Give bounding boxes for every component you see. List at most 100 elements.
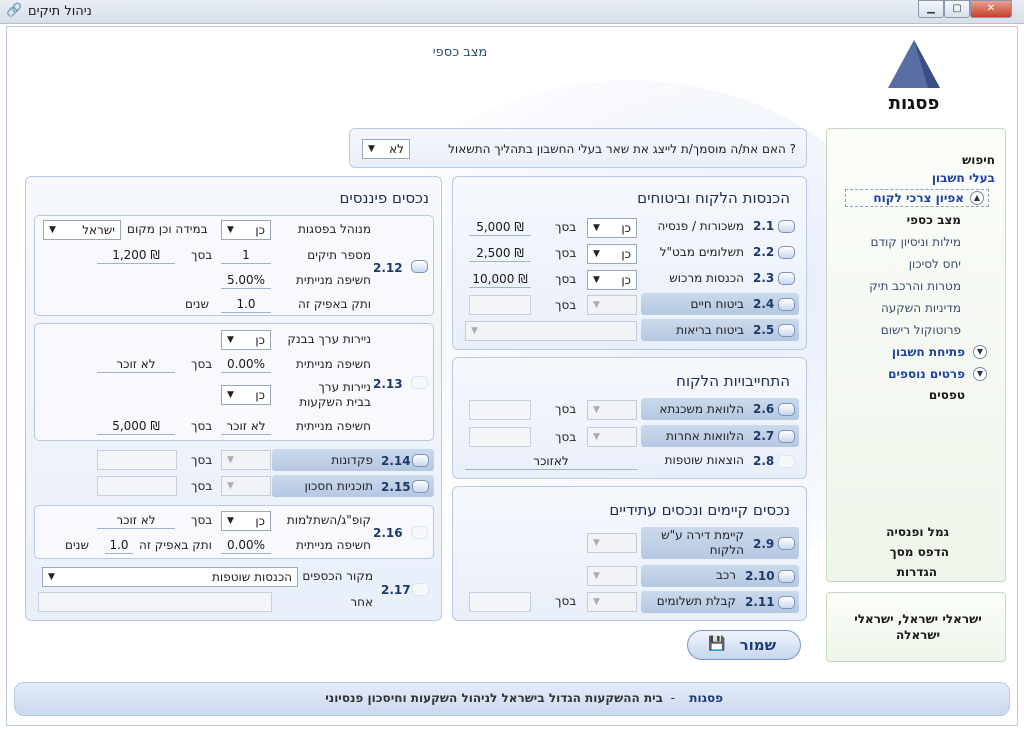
bank-securities-dropdown[interactable]: כן ▼: [221, 330, 271, 350]
location-label: במידה וכן מקום: [127, 222, 208, 236]
yes-no-dropdown-disabled[interactable]: ▼: [587, 400, 637, 420]
sidebar-print[interactable]: הדפס מסך: [890, 545, 949, 559]
yes-no-dropdown-disabled[interactable]: ▼: [587, 295, 637, 315]
yes-no-dropdown-disabled[interactable]: ▼: [587, 592, 637, 612]
row-2.17-toggle[interactable]: [412, 583, 429, 596]
sidebar-more-details[interactable]: פרטים נוספים: [888, 367, 965, 381]
sidebar-account-holders[interactable]: בעלי חשבון: [932, 171, 995, 185]
broker-securities-dropdown[interactable]: כן ▼: [221, 385, 271, 405]
sidebar-needs-section[interactable]: אפיון צרכי לקוח ▲: [845, 189, 989, 207]
yes-no-dropdown-disabled[interactable]: ▼: [587, 566, 637, 586]
sidebar-item-experience[interactable]: מילות וניסיון קודם: [870, 235, 961, 249]
chevron-down-icon[interactable]: ▼: [973, 345, 987, 359]
chevron-down-icon[interactable]: ▼: [973, 367, 987, 381]
portfolios-input[interactable]: 1: [221, 246, 271, 264]
location-dropdown[interactable]: ישראל ▼: [43, 220, 121, 240]
row-2.13-toggle[interactable]: [411, 376, 428, 389]
yes-no-dropdown[interactable]: כן ▼: [587, 244, 637, 264]
sidebar-settings[interactable]: הגדרות: [897, 565, 937, 579]
sidebar-item-goals[interactable]: מטרות והרכב תיק: [869, 279, 961, 293]
bank-securities-label: ניירות ערך בבנק: [287, 332, 371, 346]
exposure-input[interactable]: לא זוכר: [221, 417, 271, 435]
row-2.3-toggle[interactable]: [778, 272, 795, 285]
sum-input[interactable]: 5,000 ₪: [97, 417, 175, 435]
portfolios-label: מספר תיקים: [307, 248, 371, 262]
sidebar-item-financial[interactable]: מצב כספי: [907, 213, 961, 227]
client-names-box: ישראלי ישראל, ישראלי ישראלה: [826, 592, 1006, 662]
chevron-up-icon[interactable]: ▲: [970, 191, 984, 205]
income-title: הכנסות הלקוח וביטוחים: [637, 189, 790, 207]
horizon-input[interactable]: 1.0: [221, 295, 271, 313]
row-2.6-toggle[interactable]: [778, 403, 795, 416]
sum-input[interactable]: לא זוכר: [97, 355, 175, 373]
sidebar-forms[interactable]: טפסים: [929, 388, 965, 402]
row-2.1-toggle[interactable]: [778, 220, 795, 233]
yes-no-dropdown-disabled[interactable]: ▼: [587, 533, 637, 553]
sum-input[interactable]: 10,000 ₪: [469, 270, 531, 288]
sum-input-disabled[interactable]: [97, 476, 177, 496]
row-2.5-toggle[interactable]: [778, 324, 795, 337]
sum-input-disabled[interactable]: [97, 450, 177, 470]
yes-no-dropdown-disabled[interactable]: ▼: [221, 476, 271, 496]
yes-no-dropdown[interactable]: כן ▼: [221, 511, 271, 531]
sum-input[interactable]: לא זוכר: [97, 511, 175, 529]
sum-input-disabled[interactable]: [469, 427, 531, 447]
sidebar-item-protocol[interactable]: פרוטוקול רישום: [881, 323, 961, 337]
row-number: 2.16: [373, 526, 403, 540]
other-label: אחר: [350, 595, 373, 609]
horizon-input[interactable]: 1.0: [105, 536, 133, 554]
row-2.11-toggle[interactable]: [778, 596, 795, 609]
row-2.2-toggle[interactable]: [778, 246, 795, 259]
sidebar-open-account[interactable]: פתיחת חשבון: [892, 345, 965, 359]
sum-input-disabled[interactable]: [469, 295, 531, 315]
close-button[interactable]: ✕: [970, 0, 1012, 18]
health-insurance-dropdown[interactable]: ▼: [465, 321, 637, 341]
yes-no-dropdown[interactable]: כן ▼: [587, 270, 637, 290]
sidebar-item-policy[interactable]: מדיניות השקעה: [881, 301, 961, 315]
row-2.12-toggle[interactable]: [411, 260, 428, 273]
row-label: רכב: [715, 568, 736, 582]
years-label: שנים: [65, 538, 89, 552]
question-dropdown[interactable]: לא ▼: [362, 139, 410, 159]
sum-input-disabled[interactable]: [469, 592, 531, 612]
yes-no-dropdown[interactable]: כן ▼: [587, 218, 637, 238]
row-2.9-toggle[interactable]: [778, 537, 795, 550]
expenses-input[interactable]: לאזוכר: [465, 452, 637, 470]
other-input-disabled[interactable]: [38, 592, 272, 612]
sum-label: בסך: [191, 248, 213, 262]
funds-source-dropdown[interactable]: הכנסות שוטפות ▼: [42, 567, 298, 587]
row-number: 2.6: [753, 402, 775, 416]
row-label: ביטוח חיים: [690, 297, 745, 311]
exposure-label: חשיפה מנייתית: [296, 357, 371, 371]
row-2.8-toggle[interactable]: [778, 455, 795, 468]
yes-no-dropdown-disabled[interactable]: ▼: [221, 450, 271, 470]
save-button[interactable]: 💾 שמור: [687, 630, 801, 660]
row-2.16-toggle[interactable]: [411, 526, 428, 539]
sum-input[interactable]: 2,500 ₪: [469, 244, 531, 262]
row-label: משכורות / פנסיה: [657, 219, 744, 233]
exposure-input[interactable]: 0.00%: [221, 355, 271, 373]
exposure-label: חשיפה מנייתית: [296, 419, 371, 433]
horizon-label: ותק באפיק זה: [139, 538, 212, 552]
exposure-input[interactable]: 5.00%: [221, 271, 271, 289]
sidebar-pension[interactable]: גמל ופנסיה: [886, 525, 949, 539]
sidebar-search[interactable]: חיפוש: [962, 153, 995, 167]
sidebar-item-risk[interactable]: יחס לסיכון: [909, 257, 961, 271]
row-2.10-toggle[interactable]: [778, 570, 795, 583]
row-label: פקדונות: [331, 453, 373, 467]
row-2.7-toggle[interactable]: [778, 430, 795, 443]
sum-input[interactable]: 1,200 ₪: [97, 246, 175, 264]
row-2.14-toggle[interactable]: [412, 454, 429, 467]
sum-label: בסך: [191, 513, 213, 527]
exposure-input[interactable]: 0.00%: [221, 536, 271, 554]
logo-text: פסגות: [888, 93, 940, 114]
sum-label: בסך: [555, 220, 577, 234]
minimize-button[interactable]: ▁: [918, 0, 944, 18]
row-2.4-toggle[interactable]: [778, 298, 795, 311]
sum-input[interactable]: 5,000 ₪: [469, 218, 531, 236]
row-2.15-toggle[interactable]: [412, 480, 429, 493]
yes-no-dropdown-disabled[interactable]: ▼: [587, 427, 637, 447]
sum-input-disabled[interactable]: [469, 400, 531, 420]
maximize-button[interactable]: ▢: [944, 0, 970, 18]
managed-dropdown[interactable]: כן ▼: [221, 220, 271, 240]
